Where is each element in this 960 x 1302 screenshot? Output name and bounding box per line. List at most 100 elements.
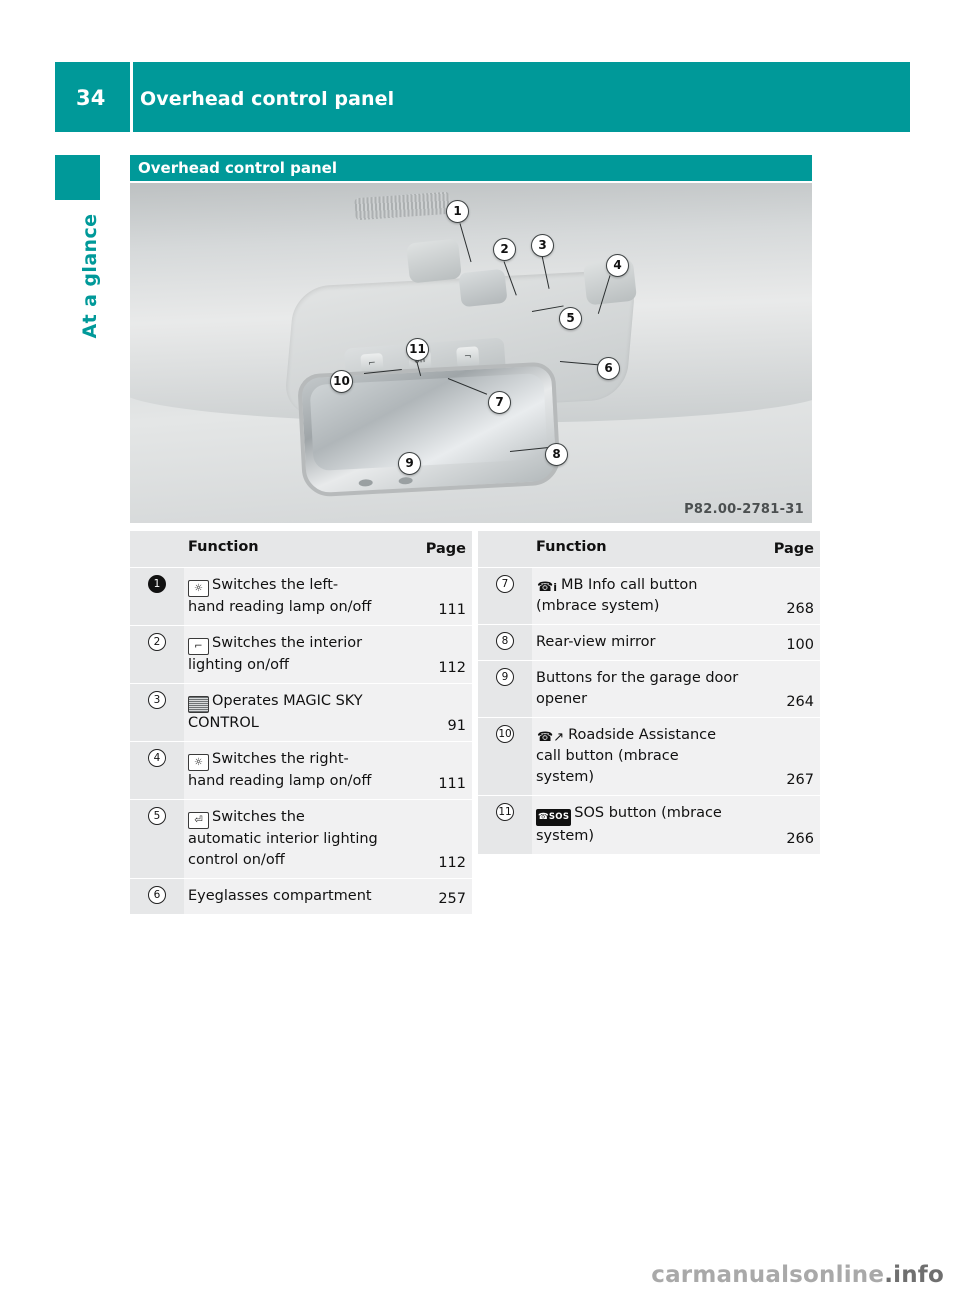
table-row: 1 ☼ Switches the left-hand reading lamp o…: [130, 567, 472, 627]
figure-callout-9: 9: [398, 452, 421, 475]
row-function-text-3: Operates MAGIC SKY CONTROL: [188, 693, 363, 732]
row-function-5: ⏎ Switches the automatic interior lighting…: [184, 799, 404, 880]
row-number-7: 7: [478, 567, 532, 626]
left-function-table: Function Page 1 ☼ Switches the left-hand …: [130, 531, 472, 916]
callout-badge-6: 6: [148, 886, 166, 905]
right-header-function: Function: [532, 531, 752, 568]
callout-badge-1: 1: [148, 575, 166, 593]
right-table-header-row: Function Page: [478, 531, 820, 568]
automatic-interior-lighting-icon: ⏎: [188, 812, 209, 830]
callout-badge-3: 3: [148, 691, 166, 710]
row-function-9: Buttons for the garage door opener: [532, 660, 752, 719]
row-function-2: ⌐ Switches the interior lighting on/off: [184, 625, 404, 685]
left-table-header-row: Function Page: [130, 531, 472, 568]
figure-lamp-switch-left: [406, 238, 462, 284]
figure-center-switch-cluster: [458, 268, 508, 308]
callout-badge-4: 4: [148, 749, 166, 768]
left-header-function: Function: [184, 531, 404, 568]
table-row: 5 ⏎ Switches the automatic interior lighti…: [130, 799, 472, 880]
callout-badge-7: 7: [496, 575, 514, 593]
row-function-8: Rear-view mirror: [532, 624, 752, 662]
row-function-10: ☎↗ Roadside Assistance call button (mbrace…: [532, 717, 752, 797]
magic-sky-control-icon: [188, 696, 209, 714]
row-page-7: 268: [752, 567, 820, 626]
callout-badge-5: 5: [148, 807, 166, 826]
figure-callout-7: 7: [488, 391, 511, 414]
overhead-control-panel-illustration: ⌐ off ¬ 1 2 3 4 5 6 7 8 9 10 11 P82.00-2…: [130, 183, 812, 523]
row-function-4: ☼ Switches the right-hand reading lamp on…: [184, 741, 404, 801]
row-number-1: 1: [130, 567, 184, 627]
row-page-9: 264: [752, 660, 820, 719]
row-page-1: 111: [404, 567, 472, 627]
roadside-assistance-icon: ☎↗: [537, 730, 565, 746]
table-row: 11 ☎SOS SOS button (mbrace system) 266: [478, 795, 820, 856]
figure-caption: P82.00-2781-31: [684, 502, 804, 517]
callout-badge-11: 11: [496, 803, 514, 822]
table-row: 4 ☼ Switches the right-hand reading lamp …: [130, 741, 472, 801]
callout-badge-10: 10: [496, 725, 514, 744]
row-function-3: Operates MAGIC SKY CONTROL: [184, 683, 404, 743]
row-page-11: 266: [752, 795, 820, 856]
right-header-page: Page: [752, 531, 820, 568]
mb-info-call-icon: ☎i: [537, 580, 557, 595]
table-row: 9 Buttons for the garage door opener 264: [478, 660, 820, 719]
page-number: 34: [76, 86, 106, 110]
figure-callout-3: 3: [531, 234, 554, 257]
figure-callout-8: 8: [545, 443, 568, 466]
table-row: 10 ☎↗ Roadside Assistance call button (mbr…: [478, 717, 820, 797]
row-function-text-5: Switches the automatic interior lighting c…: [188, 809, 378, 869]
row-number-10: 10: [478, 717, 532, 797]
watermark-dark-text: .info: [884, 1262, 944, 1288]
row-function-text-4: Switches the right-hand reading lamp on/…: [188, 751, 372, 790]
row-number-6: 6: [130, 878, 184, 916]
table-row: 7 ☎i MB Info call button (mbrace system) 2…: [478, 567, 820, 626]
reading-lamp-left-icon: ☼: [188, 580, 209, 597]
row-function-text-2: Switches the interior lighting on/off: [188, 635, 363, 674]
section-title: Overhead control panel: [138, 159, 337, 177]
left-header-page: Page: [404, 531, 472, 568]
row-number-11: 11: [478, 795, 532, 856]
row-page-8: 100: [752, 624, 820, 662]
section-title-bar: Overhead control panel: [130, 155, 812, 181]
figure-mirror-stud-left: [358, 479, 373, 487]
callout-badge-8: 8: [496, 632, 514, 651]
figure-callout-1: 1: [446, 200, 469, 223]
figure-callout-4: 4: [606, 254, 629, 277]
row-function-text-1: Switches the left-hand reading lamp on/o…: [188, 577, 372, 615]
page-title: Overhead control panel: [140, 88, 395, 110]
row-page-4: 111: [404, 741, 472, 801]
row-number-4: 4: [130, 741, 184, 801]
site-watermark: carmanualsonline.info: [651, 1262, 944, 1288]
row-function-text-7: MB Info call button (mbrace system): [536, 577, 698, 615]
table-row: 6 Eyeglasses compartment 257: [130, 878, 472, 916]
row-page-10: 267: [752, 717, 820, 797]
row-page-2: 112: [404, 625, 472, 685]
table-row: 3 Operates MAGIC SKY CONTROL 91: [130, 683, 472, 743]
figure-callout-11: 11: [406, 338, 429, 361]
row-number-2: 2: [130, 625, 184, 685]
right-function-table: Function Page 7 ☎i MB Info call button (mb…: [478, 531, 820, 856]
left-header-spacer: [130, 531, 184, 568]
row-function-text-9: Buttons for the garage door opener: [536, 670, 739, 708]
row-number-9: 9: [478, 660, 532, 719]
reading-lamp-right-icon: ☼: [188, 754, 209, 772]
interior-lighting-icon: ⌐: [188, 638, 209, 656]
row-function-11: ☎SOS SOS button (mbrace system): [532, 795, 752, 856]
row-number-5: 5: [130, 799, 184, 880]
callout-badge-2: 2: [148, 633, 166, 652]
figure-mirror-stud-right: [398, 476, 413, 485]
row-page-5: 112: [404, 799, 472, 880]
figure-callout-5: 5: [559, 307, 582, 330]
row-number-3: 3: [130, 683, 184, 743]
table-row: 2 ⌐ Switches the interior lighting on/off …: [130, 625, 472, 685]
figure-callout-6: 6: [597, 357, 620, 380]
side-tab-label: At a glance: [79, 213, 101, 339]
row-page-6: 257: [404, 878, 472, 916]
right-header-spacer: [478, 531, 532, 568]
table-row: 8 Rear-view mirror 100: [478, 624, 820, 662]
row-function-6: Eyeglasses compartment: [184, 878, 404, 916]
watermark-light-text: carmanualsonline: [651, 1262, 885, 1288]
row-number-8: 8: [478, 624, 532, 662]
callout-badge-9: 9: [496, 668, 514, 687]
figure-callout-2: 2: [493, 238, 516, 261]
